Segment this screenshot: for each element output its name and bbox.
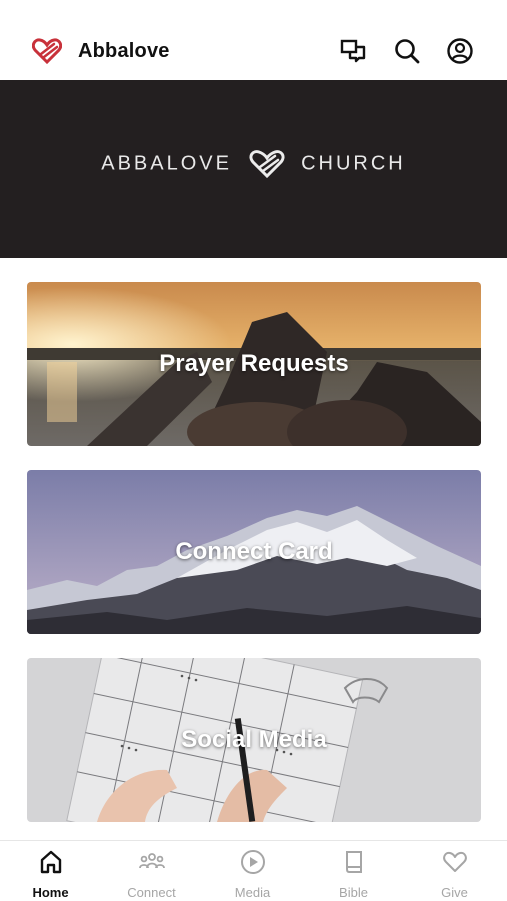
- tab-connect[interactable]: Connect: [101, 841, 202, 901]
- tab-media[interactable]: Media: [202, 841, 303, 901]
- brand-right-word: CHURCH: [301, 152, 406, 175]
- tab-connect-label: Connect: [127, 885, 176, 900]
- search-icon[interactable]: [393, 37, 421, 65]
- tab-give[interactable]: Give: [404, 841, 505, 901]
- prayer-requests-card[interactable]: Prayer Requests: [27, 282, 481, 446]
- bottom-tab-bar: Home Connect Media Bible Give: [0, 840, 507, 901]
- tab-home[interactable]: Home: [0, 841, 101, 901]
- prayer-requests-label: Prayer Requests: [159, 350, 349, 377]
- church-banner: ABBALOVE CHURCH: [0, 80, 507, 258]
- home-icon: [40, 850, 62, 874]
- tab-home-label: Home: [32, 885, 69, 900]
- tab-media-label: Media: [234, 885, 271, 900]
- brand-left-word: ABBALOVE: [101, 152, 232, 175]
- heart-icon: [443, 851, 467, 872]
- tab-give-label: Give: [441, 885, 468, 900]
- app-title: Abbalove: [78, 40, 170, 62]
- social-media-card[interactable]: Social Media: [27, 658, 481, 822]
- connect-card-label: Connect Card: [175, 538, 333, 565]
- play-circle-icon: [241, 850, 265, 874]
- app-header: Abbalove: [0, 0, 507, 81]
- connect-card[interactable]: Connect Card: [27, 470, 481, 634]
- church-brand: ABBALOVE CHURCH: [0, 150, 507, 178]
- tab-bible[interactable]: Bible: [303, 841, 404, 901]
- profile-icon[interactable]: [446, 37, 474, 65]
- social-media-label: Social Media: [181, 726, 327, 753]
- group-icon: [139, 853, 165, 869]
- chat-bubbles-icon[interactable]: [339, 37, 367, 65]
- brand-heart-icon: [249, 150, 285, 178]
- abbalove-logo-icon[interactable]: [32, 38, 62, 64]
- tab-bible-label: Bible: [339, 885, 368, 900]
- book-icon: [346, 851, 362, 873]
